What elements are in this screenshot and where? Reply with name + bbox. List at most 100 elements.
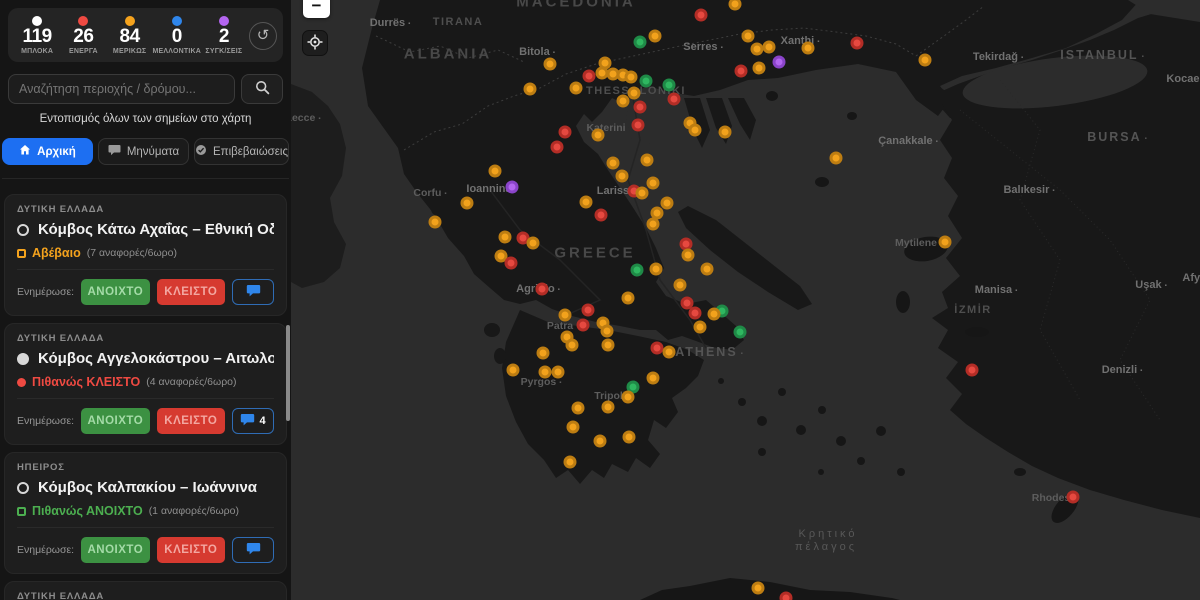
open-button[interactable]: ΑΝΟΙΧΤΟ xyxy=(81,408,149,434)
map-marker[interactable] xyxy=(595,209,608,222)
map-marker[interactable] xyxy=(752,582,765,595)
closed-button[interactable]: ΚΛΕΙΣΤΟ xyxy=(157,537,225,563)
map-marker[interactable] xyxy=(668,93,681,106)
map-marker[interactable] xyxy=(649,30,662,43)
map-marker[interactable] xyxy=(647,177,660,190)
map-marker[interactable] xyxy=(641,154,654,167)
map-marker[interactable] xyxy=(622,391,635,404)
closed-button[interactable]: ΚΛΕΙΣΤΟ xyxy=(157,408,225,434)
map-marker[interactable] xyxy=(552,366,565,379)
map-marker[interactable] xyxy=(505,257,518,270)
map-marker[interactable] xyxy=(634,36,647,49)
map-zoom-out-button[interactable]: − xyxy=(303,0,330,18)
map-marker[interactable] xyxy=(661,197,674,210)
refresh-button[interactable]: ↺ xyxy=(249,22,277,50)
map-marker[interactable] xyxy=(539,366,552,379)
map-marker[interactable] xyxy=(694,321,707,334)
map-marker[interactable] xyxy=(507,364,520,377)
comment-button[interactable] xyxy=(232,279,274,305)
map-marker[interactable] xyxy=(582,304,595,317)
map-marker[interactable] xyxy=(753,62,766,75)
map-marker[interactable] xyxy=(631,264,644,277)
map-canvas[interactable]: LecceDurrësTIRANAMACEDONIAALBANIABitolaS… xyxy=(291,0,1200,600)
map-marker[interactable] xyxy=(623,431,636,444)
map-marker[interactable] xyxy=(966,364,979,377)
map-marker[interactable] xyxy=(751,43,764,56)
map-marker[interactable] xyxy=(802,42,815,55)
map-marker[interactable] xyxy=(622,292,635,305)
map-marker[interactable] xyxy=(616,170,629,183)
map-marker[interactable] xyxy=(701,263,714,276)
map-marker[interactable] xyxy=(742,30,755,43)
map-marker[interactable] xyxy=(647,218,660,231)
map-marker[interactable] xyxy=(559,126,572,139)
map-marker[interactable] xyxy=(689,307,702,320)
map-marker[interactable] xyxy=(527,237,540,250)
map-marker[interactable] xyxy=(602,339,615,352)
map-marker[interactable] xyxy=(650,263,663,276)
map-marker[interactable] xyxy=(719,126,732,139)
map-marker[interactable] xyxy=(536,283,549,296)
tab-home[interactable]: Αρχική xyxy=(2,138,93,165)
map-marker[interactable] xyxy=(524,83,537,96)
sidebar-scrollbar-thumb[interactable] xyxy=(286,325,290,421)
locate-all-link[interactable]: Εντοπισμός όλων των σημείων στο χάρτη xyxy=(0,113,291,125)
map-marker[interactable] xyxy=(461,197,474,210)
map-marker[interactable] xyxy=(537,347,550,360)
map-marker[interactable] xyxy=(567,421,580,434)
map-marker[interactable] xyxy=(919,54,932,67)
map-marker[interactable] xyxy=(577,319,590,332)
map-marker[interactable] xyxy=(580,196,593,209)
map-marker[interactable] xyxy=(594,435,607,448)
map-marker[interactable] xyxy=(583,70,596,83)
map-marker[interactable] xyxy=(506,181,519,194)
map-marker[interactable] xyxy=(663,79,676,92)
map-marker[interactable] xyxy=(601,325,614,338)
map-marker[interactable] xyxy=(939,236,952,249)
map-marker[interactable] xyxy=(851,37,864,50)
map-marker[interactable] xyxy=(551,141,564,154)
map-marker[interactable] xyxy=(564,456,577,469)
map-marker[interactable] xyxy=(636,187,649,200)
search-input[interactable] xyxy=(8,74,235,104)
open-button[interactable]: ΑΝΟΙΧΤΟ xyxy=(81,537,149,563)
map-marker[interactable] xyxy=(489,165,502,178)
map-marker[interactable] xyxy=(674,279,687,292)
map-marker[interactable] xyxy=(499,231,512,244)
map-marker[interactable] xyxy=(625,71,638,84)
closed-button[interactable]: ΚΛΕΙΣΤΟ xyxy=(157,279,225,305)
open-button[interactable]: ΑΝΟΙΧΤΟ xyxy=(81,279,149,305)
comment-button[interactable] xyxy=(232,537,274,563)
map-marker[interactable] xyxy=(682,249,695,262)
map-marker[interactable] xyxy=(617,95,630,108)
map-marker[interactable] xyxy=(607,157,620,170)
tab-confirmations[interactable]: Επιβεβαιώσεις xyxy=(194,138,289,165)
map-marker[interactable] xyxy=(734,326,747,339)
map-marker[interactable] xyxy=(780,592,793,600)
map-locate-button[interactable] xyxy=(302,30,328,56)
map-marker[interactable] xyxy=(640,75,653,88)
map-marker[interactable] xyxy=(663,346,676,359)
map-marker[interactable] xyxy=(647,372,660,385)
map-marker[interactable] xyxy=(429,216,442,229)
map-marker[interactable] xyxy=(763,41,776,54)
map-marker[interactable] xyxy=(566,339,579,352)
map-marker[interactable] xyxy=(773,56,786,69)
map-marker[interactable] xyxy=(830,152,843,165)
comment-button[interactable]: 4 xyxy=(232,408,274,434)
search-button[interactable] xyxy=(241,74,283,104)
map-marker[interactable] xyxy=(628,87,641,100)
map-marker[interactable] xyxy=(695,9,708,22)
map-marker[interactable] xyxy=(632,119,645,132)
map-marker[interactable] xyxy=(689,124,702,137)
map-marker[interactable] xyxy=(602,401,615,414)
map-marker[interactable] xyxy=(708,308,721,321)
map-marker[interactable] xyxy=(1067,491,1080,504)
map-marker[interactable] xyxy=(544,58,557,71)
map-marker[interactable] xyxy=(634,101,647,114)
tab-messages[interactable]: Μηνύματα xyxy=(98,138,189,165)
map-marker[interactable] xyxy=(570,82,583,95)
map-marker[interactable] xyxy=(559,309,572,322)
map-marker[interactable] xyxy=(592,129,605,142)
map-marker[interactable] xyxy=(572,402,585,415)
